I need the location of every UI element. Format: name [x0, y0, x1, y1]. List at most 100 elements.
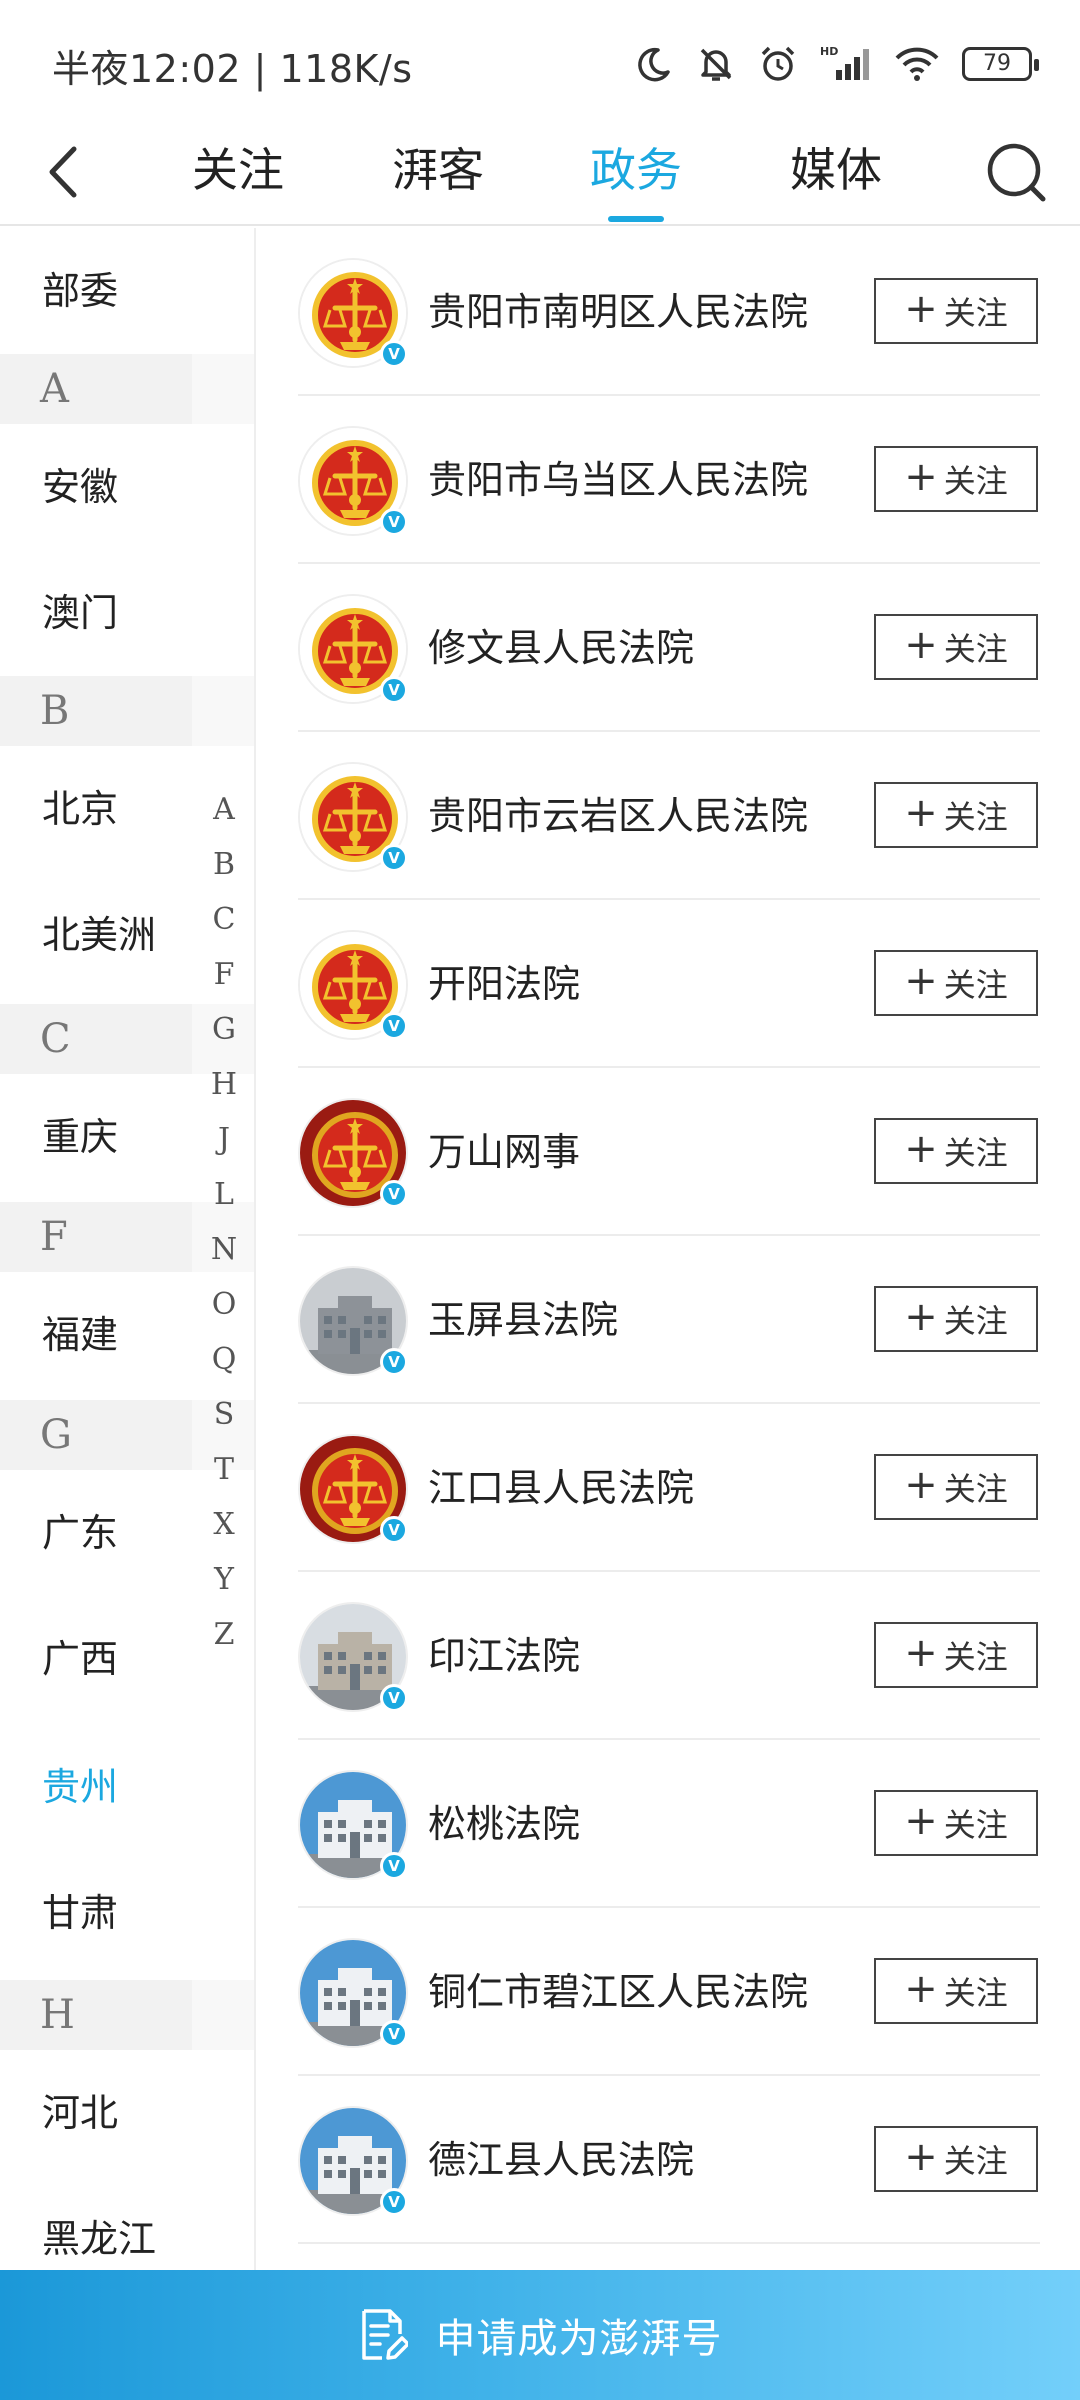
account-row[interactable]: V 德江县人民法院 + 关注	[298, 2076, 1040, 2244]
sidebar-item-guizhou[interactable]: 贵州	[0, 1724, 254, 1850]
follow-button[interactable]: + 关注	[874, 278, 1038, 344]
follow-button[interactable]: + 关注	[874, 1958, 1038, 2024]
account-row[interactable]: V 修文县人民法院 + 关注	[298, 564, 1040, 732]
account-row[interactable]: V 铜仁市碧江区人民法院 + 关注	[298, 1908, 1040, 2076]
account-name[interactable]: 贵阳市乌当区人民法院	[428, 396, 808, 564]
alpha-index-letter[interactable]: O	[204, 1277, 244, 1332]
account-name[interactable]: 铜仁市碧江区人民法院	[428, 1908, 808, 2076]
alpha-index-letter[interactable]: C	[204, 892, 244, 947]
top-nav: 关注 湃客 政务 媒体	[0, 120, 1080, 226]
alpha-index-letter[interactable]: A	[204, 782, 244, 837]
follow-button[interactable]: + 关注	[874, 950, 1038, 1016]
sidebar-item-buwei[interactable]: 部委	[0, 228, 254, 354]
account-avatar[interactable]: V	[298, 426, 408, 536]
alpha-index-letter[interactable]: L	[204, 1167, 244, 1222]
alpha-index-letter[interactable]: Q	[204, 1332, 244, 1387]
tab-paike[interactable]: 湃客	[368, 134, 508, 206]
account-row[interactable]: V 贵阳市云岩区人民法院 + 关注	[298, 732, 1040, 900]
battery-level: 79	[983, 51, 1011, 76]
account-avatar[interactable]: V	[298, 2106, 408, 2216]
back-button[interactable]	[34, 140, 90, 204]
alpha-index-letter[interactable]: H	[204, 1057, 244, 1112]
tab-media[interactable]: 媒体	[766, 134, 906, 206]
alpha-index-letter[interactable]: F	[204, 947, 244, 1002]
account-row[interactable]: V 玉屏县法院 + 关注	[298, 1236, 1040, 1404]
account-name[interactable]: 贵阳市云岩区人民法院	[428, 732, 808, 900]
sidebar-section-h: H	[0, 1980, 254, 2050]
follow-label: 关注	[943, 2142, 1008, 2180]
alpha-index-letter[interactable]: S	[204, 1387, 244, 1442]
verified-badge-icon: V	[380, 1348, 408, 1376]
account-name[interactable]: 玉屏县法院	[428, 1236, 618, 1404]
tab-follow[interactable]: 关注	[168, 134, 308, 206]
plus-icon: +	[904, 1630, 938, 1676]
account-row[interactable]: V 开阳法院 + 关注	[298, 900, 1040, 1068]
sidebar-item-anhui[interactable]: 安徽	[0, 424, 254, 550]
account-avatar[interactable]: V	[298, 1266, 408, 1376]
tab-government[interactable]: 政务	[566, 134, 706, 206]
account-row[interactable]: V 贵阳市乌当区人民法院 + 关注	[298, 396, 1040, 564]
account-name[interactable]: 印江法院	[428, 1572, 580, 1740]
account-name[interactable]: 松桃法院	[428, 1740, 580, 1908]
sidebar-section-b: B	[0, 676, 254, 746]
plus-icon: +	[904, 454, 938, 500]
follow-button[interactable]: + 关注	[874, 782, 1038, 848]
follow-button[interactable]: + 关注	[874, 446, 1038, 512]
account-avatar[interactable]: V	[298, 1602, 408, 1712]
alpha-index-letter[interactable]: X	[204, 1497, 244, 1552]
account-name[interactable]: 修文县人民法院	[428, 564, 694, 732]
follow-button[interactable]: + 关注	[874, 1622, 1038, 1688]
alpha-index-letter[interactable]: Z	[204, 1607, 244, 1662]
account-name[interactable]: 江口县人民法院	[428, 1404, 694, 1572]
account-name[interactable]: 开阳法院	[428, 900, 580, 1068]
alpha-index-letter[interactable]: T	[204, 1442, 244, 1497]
alpha-index-letter[interactable]: N	[204, 1222, 244, 1277]
account-name[interactable]: 万山网事	[428, 1068, 580, 1236]
verified-badge-icon: V	[380, 2020, 408, 2048]
alpha-index-letter[interactable]: B	[204, 837, 244, 892]
sidebar-item-aomen[interactable]: 澳门	[0, 550, 254, 676]
account-row[interactable]: V 印江法院 + 关注	[298, 1572, 1040, 1740]
status-bar: 半夜12:02 | 118K/s HD 79	[0, 0, 1080, 120]
account-row[interactable]: V 万山网事 + 关注	[298, 1068, 1040, 1236]
follow-button[interactable]: + 关注	[874, 1118, 1038, 1184]
account-avatar[interactable]: V	[298, 1770, 408, 1880]
alpha-index-letter[interactable]: J	[204, 1112, 244, 1167]
follow-button[interactable]: + 关注	[874, 1454, 1038, 1520]
sidebar-item-gansu[interactable]: 甘肃	[0, 1850, 254, 1976]
account-row[interactable]: V 松桃法院 + 关注	[298, 1740, 1040, 1908]
account-avatar[interactable]: V	[298, 762, 408, 872]
alphabet-index[interactable]: A B C F G H J L N O Q S T X Y Z	[204, 782, 244, 1662]
status-time-speed: 半夜12:02 | 118K/s	[52, 47, 413, 91]
account-avatar[interactable]: V	[298, 1098, 408, 1208]
sidebar-item-heilongjiang[interactable]: 黑龙江	[0, 2176, 254, 2272]
account-row[interactable]: V 贵阳市南明区人民法院 + 关注	[298, 228, 1040, 396]
follow-button[interactable]: + 关注	[874, 1790, 1038, 1856]
wifi-icon	[895, 47, 939, 81]
sidebar-item-hebei[interactable]: 河北	[0, 2050, 254, 2176]
follow-label: 关注	[943, 1470, 1008, 1508]
account-avatar[interactable]: V	[298, 1434, 408, 1544]
moon-icon	[638, 47, 670, 82]
follow-button[interactable]: + 关注	[874, 2126, 1038, 2192]
account-avatar[interactable]: V	[298, 930, 408, 1040]
follow-button[interactable]: + 关注	[874, 1286, 1038, 1352]
alpha-index-letter[interactable]: G	[204, 1002, 244, 1057]
follow-button[interactable]: + 关注	[874, 614, 1038, 680]
account-name[interactable]: 德江县人民法院	[428, 2076, 694, 2244]
account-row[interactable]: V 江口县人民法院 + 关注	[298, 1404, 1040, 1572]
account-list[interactable]: V 贵阳市南明区人民法院 + 关注 V 贵阳市乌当区人民法院 + 关注 V 修文县人民法院 + 关注 V…	[298, 228, 1040, 2272]
sidebar-section-a: A	[0, 354, 254, 424]
account-avatar[interactable]: V	[298, 1938, 408, 2048]
apply-account-button[interactable]: 申请成为澎湃号	[0, 2270, 1080, 2400]
follow-label: 关注	[943, 1974, 1008, 2012]
account-avatar[interactable]: V	[298, 594, 408, 704]
account-name[interactable]: 贵阳市南明区人民法院	[428, 228, 808, 396]
search-button[interactable]	[980, 136, 1052, 208]
alpha-index-letter[interactable]: Y	[204, 1552, 244, 1607]
account-avatar[interactable]: V	[298, 258, 408, 368]
region-sidebar[interactable]: 部委 A 安徽 澳门 B 北京 北美洲 C 重庆 F 福建 G 广东 广西 贵州…	[0, 228, 256, 2272]
verified-badge-icon: V	[380, 508, 408, 536]
follow-label: 关注	[943, 966, 1008, 1004]
plus-icon: +	[904, 2134, 938, 2180]
